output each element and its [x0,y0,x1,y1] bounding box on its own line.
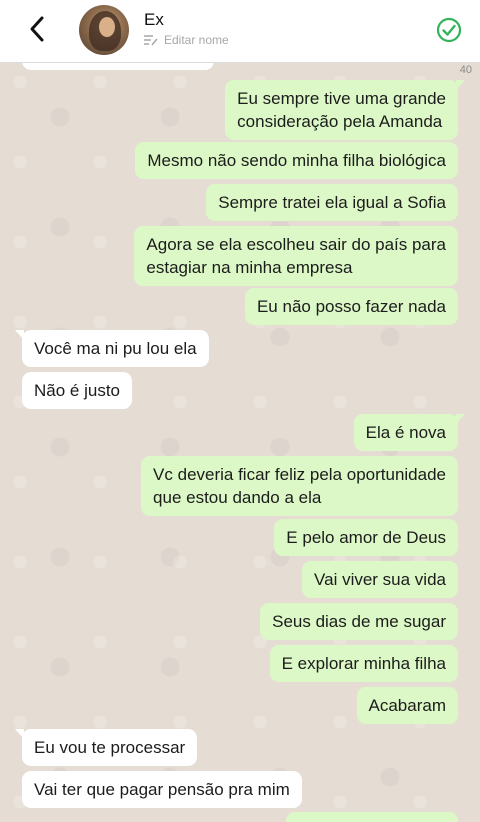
message-line: Vc deveria ficar feliz pela oportunidade [153,465,446,484]
message-line: E pelo amor de Deus [286,528,446,547]
message-line: Agora se ela escolheu sair do país para [146,235,446,254]
message-line: Não é justo [34,381,120,400]
message-line: Acabaram [368,696,446,715]
message-line: Seus dias de me sugar [272,612,446,631]
message-line: Sempre tratei ela igual a Sofia [218,193,446,212]
check-circle-icon [436,17,462,43]
message-line: E explorar minha filha [281,654,446,673]
confirm-button[interactable] [436,17,462,43]
message-line: Eu sempre tive uma grande [237,89,446,108]
message-line: Ela é nova [365,423,446,442]
message-bubble-outgoing[interactable]: Vai viver sua vida [302,561,458,598]
message-line: Eu vou te processar [34,738,186,757]
message-bubble-partial [286,812,458,822]
chat-header: Ex Editar nome [0,0,480,63]
message-bubble-outgoing[interactable]: Eu sempre tive uma grande consideração p… [225,80,465,140]
chat-area[interactable]: 40 Eu sempre tive uma grande consideraçã… [0,62,480,822]
edit-lines-icon [144,35,158,46]
message-line: estagiar na minha empresa [146,258,353,277]
message-bubble-outgoing[interactable]: Eu não posso fazer nada [244,288,458,325]
edit-name-link[interactable]: Editar nome [144,33,229,47]
message-line: Mesmo não sendo minha filha biológica [147,151,446,170]
message-bubble-outgoing[interactable]: E explorar minha filha [269,645,458,682]
message-line: consideração pela Amanda [237,112,443,131]
message-line: Você ma ni pu lou ela [34,339,197,358]
message-line: Vai viver sua vida [314,570,446,589]
message-bubble-incoming[interactable]: Eu vou te processar [14,729,198,766]
message-line: que estou dando a ela [153,488,322,507]
message-counter: 40 [459,64,472,76]
back-button[interactable] [20,12,54,46]
message-bubble-outgoing[interactable]: Ela é nova [353,414,466,451]
message-bubble-outgoing[interactable]: Seus dias de me sugar [260,603,458,640]
message-bubble-incoming[interactable]: Você ma ni pu lou ela [15,330,209,367]
edit-name-label: Editar nome [164,33,229,47]
message-bubble-outgoing[interactable]: Sempre tratei ela igual a Sofia [206,184,458,221]
message-bubble-outgoing[interactable]: Agora se ela escolheu sair do país para … [134,226,458,286]
message-bubble-outgoing[interactable]: Mesmo não sendo minha filha biológica [135,142,458,179]
message-line: Vai ter que pagar pensão pra mim [34,780,290,799]
message-line: Eu não posso fazer nada [256,297,446,316]
message-bubble-outgoing[interactable]: E pelo amor de Deus [274,519,458,556]
message-bubble-incoming[interactable]: Vai ter que pagar pensão pra mim [22,771,302,808]
message-bubble-outgoing[interactable]: Acabaram [356,687,458,724]
avatar[interactable] [79,5,129,55]
chevron-left-icon [30,16,44,42]
message-bubble-partial [22,62,214,70]
message-bubble-outgoing[interactable]: Vc deveria ficar feliz pela oportunidade… [141,456,458,516]
contact-name[interactable]: Ex [144,10,164,30]
message-bubble-incoming[interactable]: Não é justo [22,372,132,409]
